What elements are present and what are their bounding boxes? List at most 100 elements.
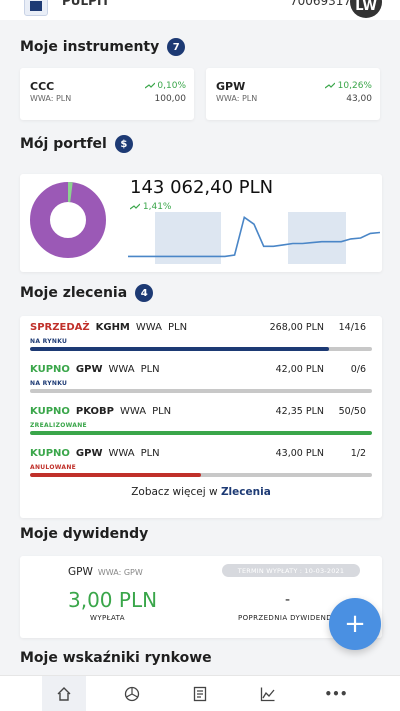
dividend-market: WWA: GPW	[97, 568, 143, 577]
dividend-instrument: GPW WWA: GPW	[68, 566, 143, 578]
see-more-orders[interactable]: Zobacz więcej w Zlecenia	[20, 486, 382, 498]
order-progress-track	[30, 347, 372, 351]
pie-chart-icon	[124, 686, 140, 702]
order-currency: PLN	[140, 448, 160, 459]
orders-card: SPRZEDAŻ KGHM WWA PLN NA RYNKU 268,00 PLN 14/1…	[20, 316, 382, 518]
instrument-price: 43,00	[346, 94, 372, 104]
dividends-title: Moje dywidendy	[20, 526, 149, 542]
order-instrument: GPW	[75, 448, 103, 459]
portfolio-value: 143 062,40 PLN	[130, 177, 274, 198]
orders-section-title: Moje zlecenia 4	[20, 284, 154, 302]
instrument-change: 10,26%	[324, 81, 372, 91]
order-progress-track	[30, 431, 372, 435]
order-side: KUPNO	[30, 448, 70, 459]
order-currency: PLN	[167, 322, 188, 333]
order-side: KUPNO	[30, 364, 70, 375]
instrument-market: WWA: PLN	[216, 94, 258, 103]
document-icon	[193, 686, 207, 702]
order-progress-track	[30, 389, 372, 393]
orders-count-badge: 4	[135, 284, 154, 302]
instrument-card-ccc[interactable]: CCC WWA: PLN 0,10% 100,00	[20, 68, 194, 120]
order-status: NA RYNKU	[30, 338, 68, 345]
portfolio-sparkline	[128, 212, 380, 264]
order-row[interactable]: KUPNO GPW WWA PLN NA RYNKU 42,00 PLN 0/6	[30, 364, 372, 408]
order-instrument: GPW	[75, 364, 103, 375]
payment-date-pill: TERMIN WYPŁATY : 10-03-2021	[222, 564, 360, 577]
dividend-amount: 3,00 PLN	[68, 588, 158, 612]
portfolio-card[interactable]: 143 062,40 PLN 1,41%	[20, 174, 382, 272]
order-market: WWA	[135, 322, 162, 333]
nav-orders[interactable]	[178, 676, 222, 711]
order-instrument: KGHM	[95, 322, 130, 333]
app-logo	[24, 0, 48, 16]
previous-dividend-label: POPRZEDNIA DYWIDENDA	[238, 614, 338, 622]
instrument-card-gpw[interactable]: GPW WWA: PLN 10,26% 43,00	[206, 68, 380, 120]
order-quantity: 0/6	[350, 364, 366, 375]
order-side: KUPNO	[30, 406, 70, 417]
sparkline-highlight-2	[288, 212, 346, 264]
dollar-icon: $	[114, 135, 133, 153]
order-main: KUPNO PKOBP WWA PLN	[30, 406, 171, 417]
order-row[interactable]: KUPNO PKOBP WWA PLN ZREALIZOWANE 42,35 PLN 50/…	[30, 406, 372, 450]
order-side: SPRZEDAŻ	[30, 322, 90, 333]
order-progress-fill	[30, 347, 330, 351]
nav-portfolio[interactable]	[110, 676, 154, 711]
order-market: WWA	[108, 364, 135, 375]
top-bar: PULPIT 70069317 LW	[0, 0, 400, 20]
orders-link[interactable]: Zlecenia	[221, 486, 271, 498]
more-icon[interactable]: •••	[314, 676, 358, 711]
orders-title: Moje zlecenia	[20, 285, 128, 301]
dividend-amount-label: WYPŁATA	[90, 614, 125, 622]
order-market: WWA	[108, 448, 135, 459]
instrument-market: WWA: PLN	[30, 94, 72, 103]
previous-dividend-value: -	[285, 592, 291, 608]
instrument-price: 100,00	[154, 94, 187, 104]
instrument-name: CCC	[30, 80, 55, 93]
order-progress-fill	[30, 431, 372, 435]
portfolio-change: 1,41%	[129, 202, 171, 212]
add-button[interactable]: +	[329, 598, 381, 650]
order-status: NA RYNKU	[30, 380, 68, 387]
order-price: 268,00 PLN	[269, 322, 324, 333]
order-progress-track	[30, 473, 372, 477]
order-price: 43,00 PLN	[275, 448, 324, 459]
order-main: KUPNO GPW WWA PLN	[30, 364, 160, 375]
home-icon	[57, 687, 71, 701]
nav-market[interactable]	[246, 676, 290, 711]
order-price: 42,35 PLN	[275, 406, 324, 417]
order-instrument: PKOBP	[75, 406, 114, 417]
order-quantity: 50/50	[338, 406, 366, 417]
trend-up-icon	[144, 82, 155, 89]
account-number: 70069317	[290, 0, 352, 8]
instruments-title: Moje instrumenty	[20, 39, 160, 55]
order-status: ANULOWANE	[30, 464, 77, 471]
order-currency: PLN	[140, 364, 160, 375]
order-quantity: 14/16	[338, 322, 366, 333]
order-market: WWA	[120, 406, 147, 417]
instruments-section-title: Moje instrumenty 7	[20, 38, 186, 56]
dividend-card[interactable]: GPW WWA: GPW TERMIN WYPŁATY : 10-03-2021 …	[20, 556, 382, 638]
portfolio-section-title: Mój portfel $	[20, 135, 133, 153]
avatar[interactable]: LW	[350, 0, 382, 18]
portfolio-title: Mój portfel	[20, 136, 107, 152]
order-price: 42,00 PLN	[275, 364, 324, 375]
app-title: PULPIT	[62, 0, 110, 8]
trend-up-icon	[324, 82, 336, 89]
trend-up-icon	[129, 203, 141, 210]
order-status: ZREALIZOWANE	[30, 422, 87, 429]
order-progress-fill	[30, 473, 201, 477]
order-currency: PLN	[152, 406, 172, 417]
nav-home[interactable]	[42, 676, 86, 711]
order-main: KUPNO GPW WWA PLN	[30, 448, 160, 459]
chart-icon	[260, 687, 275, 702]
bottom-navigation: •••	[0, 675, 400, 711]
instrument-name: GPW	[216, 80, 246, 93]
indicators-title: Moje wskaźniki rynkowe	[20, 650, 212, 666]
instruments-count-badge: 7	[167, 38, 186, 56]
instrument-change: 0,10%	[144, 81, 186, 91]
portfolio-donut	[30, 182, 106, 258]
order-quantity: 1/2	[350, 448, 366, 459]
order-main: SPRZEDAŻ KGHM WWA PLN	[30, 322, 187, 333]
order-row[interactable]: SPRZEDAŻ KGHM WWA PLN NA RYNKU 268,00 PLN 14/1…	[30, 322, 372, 366]
dividends-section-title: Moje dywidendy	[20, 526, 148, 542]
